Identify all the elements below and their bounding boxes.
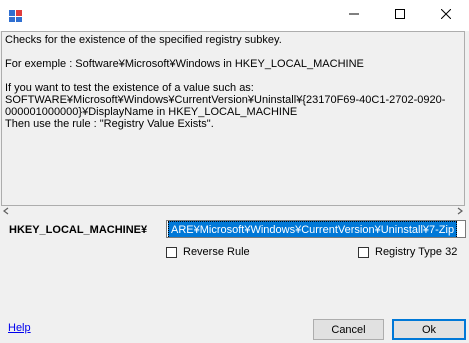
checkbox-box[interactable]	[358, 246, 369, 258]
reverse-rule-checkbox[interactable]: Reverse Rule	[166, 245, 250, 259]
ok-button[interactable]: Ok	[392, 319, 466, 340]
title-bar	[0, 0, 469, 31]
reverse-rule-label: Reverse Rule	[183, 246, 250, 258]
registry-path-input[interactable]: ARE¥Microsoft¥Windows¥CurrentVersion¥Uni…	[166, 220, 466, 238]
minimize-icon	[349, 9, 359, 22]
hive-label: HKEY_LOCAL_MACHINE¥	[9, 224, 148, 236]
registry-type-32-label: Registry Type 32	[375, 246, 458, 258]
maximize-icon	[395, 9, 405, 22]
scroll-left-icon[interactable]	[1, 206, 11, 215]
close-button[interactable]	[423, 0, 469, 31]
checkbox-box[interactable]	[166, 246, 177, 258]
help-link[interactable]: Help	[8, 322, 31, 334]
registry-type-32-checkbox[interactable]: Registry Type 32	[358, 245, 457, 259]
app-icon	[8, 7, 24, 23]
cancel-button[interactable]: Cancel	[313, 319, 384, 340]
close-icon	[440, 8, 452, 22]
minimize-button[interactable]	[331, 0, 377, 31]
maximize-button[interactable]	[377, 0, 423, 31]
registry-path-value: ARE¥Microsoft¥Windows¥CurrentVersion¥Uni…	[168, 221, 458, 237]
description-text: Checks for the existence of the specifie…	[1, 31, 465, 206]
scroll-right-icon[interactable]	[455, 206, 465, 215]
